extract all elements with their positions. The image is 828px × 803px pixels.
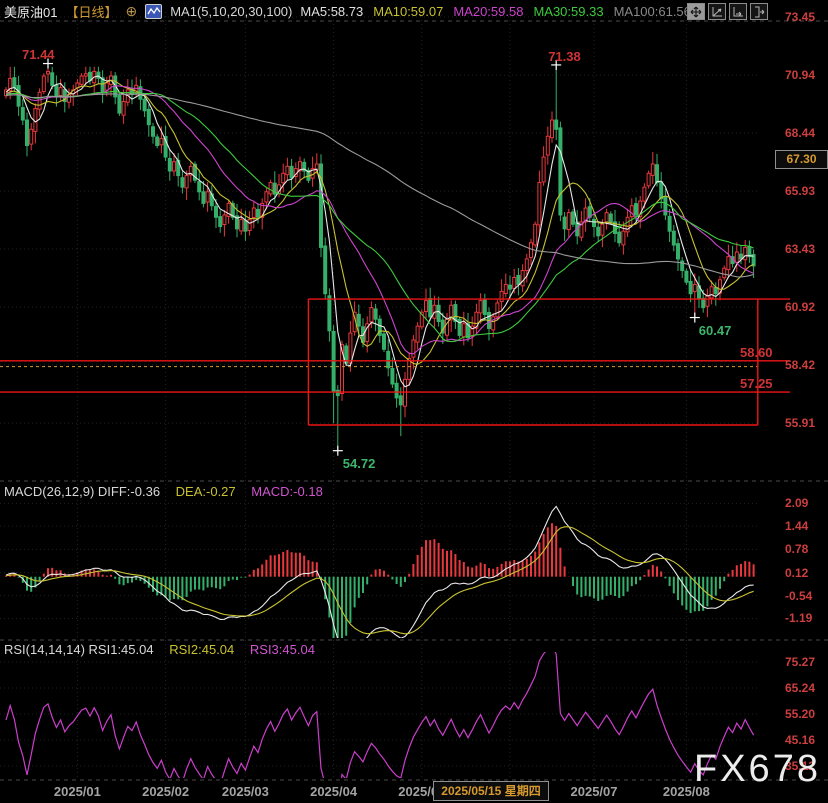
price-axis-tick: 68.44 <box>785 126 828 140</box>
symbol-name[interactable]: 美原油01 <box>4 2 57 21</box>
rsi2-readout: RSI2:45.04 <box>169 642 234 657</box>
zoom-x-axis-icon[interactable] <box>708 3 726 20</box>
ma-value-label: MA10:59.07 <box>373 4 443 19</box>
period-label[interactable]: 【日线】 <box>65 2 117 21</box>
trading-chart-screen: 美原油01 【日线】 ⊕ MA1(5,10,20,30,100) MA5:58.… <box>0 0 828 803</box>
extreme-price-annotation: 71.44 <box>22 47 55 62</box>
ma-value-label: MA30:59.33 <box>533 4 603 19</box>
price-axis-tick: 70.94 <box>785 68 828 82</box>
macd-dea-readout: DEA:-0.27 <box>176 484 236 499</box>
macd-axis-tick: -1.19 <box>785 611 828 625</box>
macd-diff-readout: MACD(26,12,9) DIFF:-0.36 <box>4 484 160 499</box>
price-axis-tick: 60.92 <box>785 300 828 314</box>
macd-header: MACD(26,12,9) DIFF:-0.36 DEA:-0.27 MACD:… <box>4 484 335 499</box>
extreme-price-annotation: 60.47 <box>699 323 732 338</box>
rsi-axis-tick: 65.24 <box>785 681 828 695</box>
ma-value-label: MA20:59.58 <box>453 4 523 19</box>
pane-expand-icon[interactable] <box>750 3 768 20</box>
ma-value-label: MA100:61.56 <box>614 4 691 19</box>
extreme-price-annotation: 71.38 <box>548 49 581 64</box>
crosshair-date-label: 2025/05/15 星期四 <box>433 781 549 801</box>
rsi-axis-tick: 45.16 <box>785 733 828 747</box>
pan-move-icon[interactable] <box>687 3 705 20</box>
target-crosshair-icon[interactable]: ⊕ <box>125 4 137 18</box>
x-axis-month-label: 2025/07 <box>571 784 618 799</box>
support-line-label: 58.60 <box>740 345 773 360</box>
macd-axis-tick: 0.78 <box>785 542 828 556</box>
rsi-axis-tick: 75.27 <box>785 655 828 669</box>
price-axis-tick: 55.91 <box>785 416 828 430</box>
ma-values-readout: MA5:58.73 MA10:59.07 MA20:59.58 MA30:59.33 M… <box>300 4 701 19</box>
macd-value-readout: MACD:-0.18 <box>251 484 323 499</box>
chart-header: 美原油01 【日线】 ⊕ MA1(5,10,20,30,100) MA5:58.… <box>4 2 701 20</box>
ma-settings-label[interactable]: MA1(5,10,20,30,100) <box>170 4 292 19</box>
macd-axis-tick: 1.44 <box>785 519 828 533</box>
chart-toolbar <box>687 3 768 20</box>
price-axis-tick: 63.43 <box>785 242 828 256</box>
x-axis-month-label: 2025/01 <box>54 784 101 799</box>
chart-canvas[interactable] <box>0 0 828 803</box>
macd-axis-tick: -0.54 <box>785 589 828 603</box>
extreme-price-annotation: 54.72 <box>343 456 376 471</box>
crosshair-price-label: 67.30 <box>775 150 828 169</box>
macd-axis-tick: 2.09 <box>785 496 828 510</box>
macd-axis-tick: 0.12 <box>785 566 828 580</box>
rsi3-readout: RSI3:45.04 <box>250 642 315 657</box>
ma-value-label: MA5:58.73 <box>300 4 363 19</box>
rsi1-readout: RSI(14,14,14) RSI1:45.04 <box>4 642 154 657</box>
price-axis-tick: 65.93 <box>785 184 828 198</box>
x-axis-month-label: 2025/02 <box>142 784 189 799</box>
rsi-axis-tick: 55.20 <box>785 707 828 721</box>
rsi-header: RSI(14,14,14) RSI1:45.04 RSI2:45.04 RSI3… <box>4 642 327 657</box>
chart-type-icon[interactable] <box>145 4 162 19</box>
support-line-label: 57.25 <box>740 376 773 391</box>
zoom-y-axis-icon[interactable] <box>729 3 747 20</box>
x-axis-month-label: 2025/03 <box>222 784 269 799</box>
watermark-fx678: FX678 <box>694 748 821 791</box>
price-axis-tick: 73.45 <box>785 10 828 24</box>
x-axis-month-label: 2025/04 <box>310 784 357 799</box>
price-axis-tick: 58.42 <box>785 358 828 372</box>
